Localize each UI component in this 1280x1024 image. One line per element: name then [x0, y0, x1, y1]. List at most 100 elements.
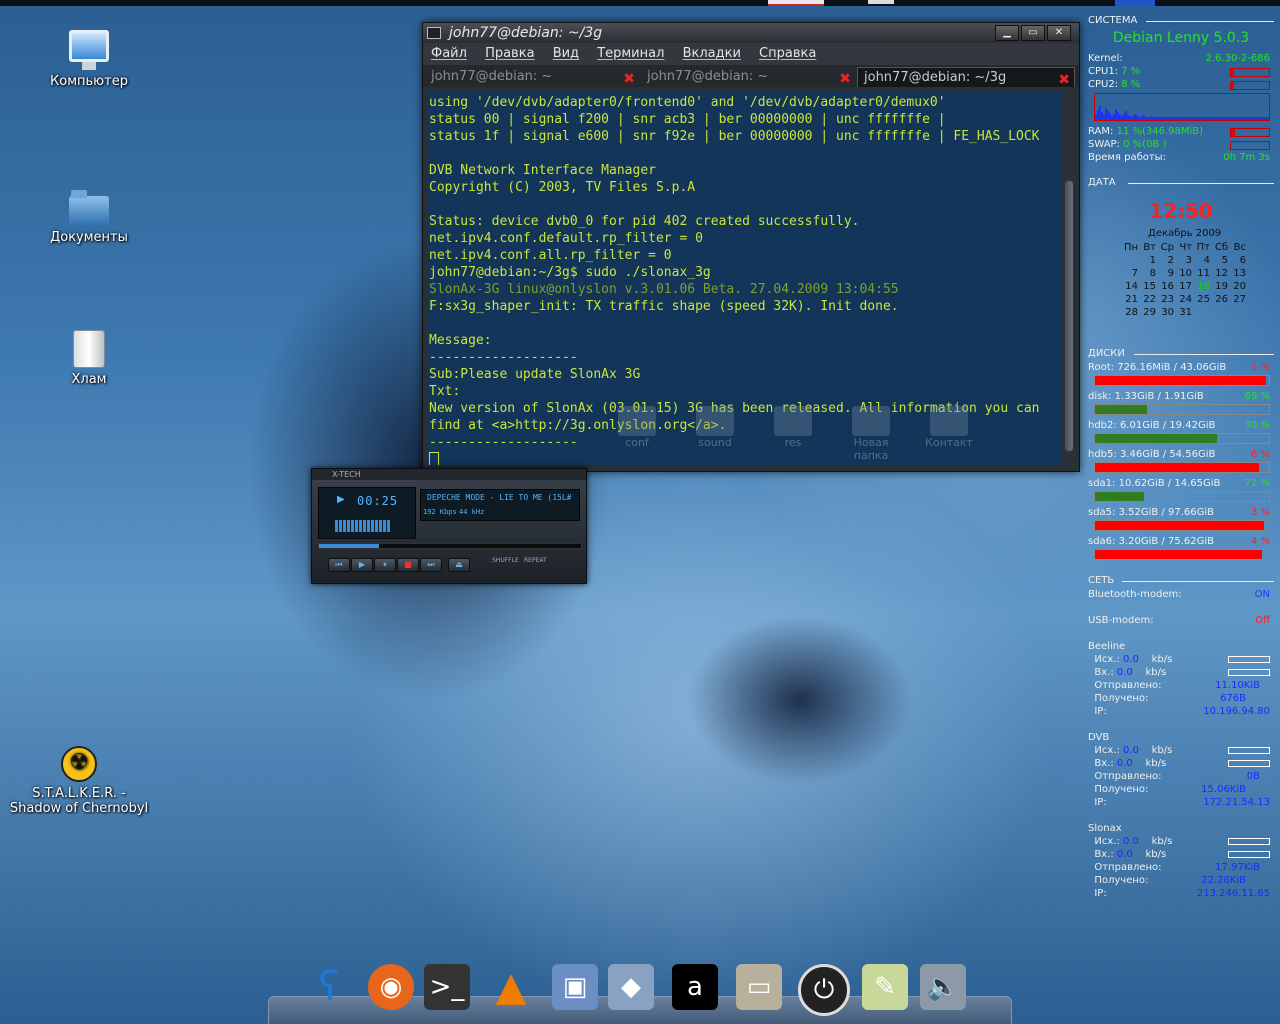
disk-percent: 1 % [1250, 362, 1270, 373]
disks-header: ДИСКИ [1088, 347, 1274, 361]
disk-label: hdb2: 6.01GiB / 19.42GiB [1088, 420, 1216, 431]
terminal-line: net.ipv4.conf.all.rp_filter = 0 [429, 248, 672, 263]
sent-row: Отправлено: 0B [1088, 771, 1260, 782]
calendar-day: 16 [1161, 281, 1174, 292]
disk-bar [1094, 520, 1270, 531]
calendar-day [1210, 306, 1228, 319]
disk-row: sda5: 3.52GiB / 97.66GiB 3 % [1088, 506, 1274, 519]
speaker-icon[interactable]: 🔈 [920, 964, 966, 1010]
power-icon[interactable]: ⏻ [798, 964, 850, 1016]
menu-tabs[interactable]: Вкладки [683, 46, 741, 61]
tab-1[interactable]: john77@debian: ~ ✖ [425, 67, 639, 87]
terminal-line: status 1f | signal e600 | snr f92e | ber… [429, 129, 1040, 144]
terminal-scrollbar[interactable] [1063, 91, 1075, 465]
desktop-icon-trash[interactable]: Хлам [14, 330, 164, 387]
terminal-window[interactable]: john77@debian: ~/3g ▁ ▭ ✕ Файл Правка Ви… [422, 22, 1080, 472]
connection-list: Beeline Исх.: 0.0 kb/s Вх.: 0.0 kb/s Отп… [1088, 640, 1274, 900]
close-tab-icon[interactable]: ✖ [1058, 70, 1070, 90]
panel-applet-icon[interactable] [868, 0, 894, 4]
seek-bar[interactable] [318, 543, 582, 549]
calendar-day: 10 [1179, 268, 1192, 279]
ip-row: IP: 172.21.54.13 [1088, 797, 1270, 808]
samplerate: 44 kHz [459, 508, 485, 516]
firefox-icon[interactable]: ◉ [368, 964, 414, 1010]
kernel-row: Kernel: 2.6.30-2-686 [1088, 53, 1270, 64]
media-player[interactable]: X-TECH ▶ 00:25 DEPECHE MODE - LIE TO ME … [311, 468, 587, 584]
terminal-window-icon[interactable] [427, 27, 441, 39]
scrollbar-thumb[interactable] [1065, 181, 1073, 451]
terminal-line: find at <a>http://3g.onlyslon.org</a>. [429, 418, 727, 433]
amarok-icon[interactable]: a [672, 964, 718, 1010]
calendar-day: 20 [1233, 281, 1246, 292]
download-row: Вх.: 0.0 kb/s [1088, 848, 1274, 861]
play-button[interactable]: ▶ [351, 558, 373, 572]
desktop-icon-documents[interactable]: Документы [14, 190, 164, 245]
desktop-icon-stalker[interactable]: ☢ S.T.A.L.K.E.R. - Shadow of Chernobyl [4, 746, 154, 816]
player-title[interactable]: X-TECH [312, 469, 586, 480]
calendar-day [1228, 306, 1246, 319]
stop-button[interactable]: ■ [397, 558, 419, 572]
desktop-icon-label: Документы [50, 230, 128, 245]
menu-file[interactable]: Файл [431, 46, 467, 61]
pause-button[interactable]: ⏸ [374, 558, 396, 572]
upload-row: Исх.: 0.0 kb/s [1088, 653, 1274, 666]
connection-name: DVB [1088, 732, 1110, 743]
maximize-button[interactable]: ▭ [1021, 25, 1045, 41]
tab-label: john77@debian: ~ [647, 69, 769, 84]
flag-icon[interactable] [768, 0, 824, 6]
song-title: DEPECHE MODE - LIE TO ME (15L# [427, 493, 572, 502]
sent-row: Отправлено: 17.97KiB [1088, 862, 1260, 873]
panel-indicator-icon[interactable] [1115, 0, 1155, 6]
calendar-day: 14 [1125, 281, 1138, 292]
folder-icon[interactable]: ▭ [736, 964, 782, 1010]
menu-view[interactable]: Вид [553, 46, 579, 61]
vlc-icon[interactable]: ▲ [488, 964, 534, 1010]
connection-block: Beeline Исх.: 0.0 kb/s Вх.: 0.0 kb/s Отп… [1088, 640, 1274, 718]
ghost-folder: sound [685, 406, 745, 449]
close-tab-icon[interactable]: ✖ [623, 69, 635, 89]
player-info: DEPECHE MODE - LIE TO ME (15L# 192 Kbps … [420, 489, 580, 521]
connection-name: Beeline [1088, 641, 1126, 652]
close-tab-icon[interactable]: ✖ [839, 69, 851, 89]
network-manager-icon[interactable]: ▣ [552, 964, 598, 1010]
close-button[interactable]: ✕ [1047, 25, 1071, 41]
eject-button[interactable]: ⏏ [448, 558, 470, 572]
window-titlebar[interactable]: john77@debian: ~/3g ▁ ▭ ✕ [423, 23, 1079, 43]
received-row: Получено: 676B [1088, 693, 1246, 704]
tab-3[interactable]: john77@debian: ~/3g ✖ [857, 67, 1075, 90]
terminal-line: Message: [429, 333, 492, 348]
download-row: Вх.: 0.0 kb/s [1088, 666, 1274, 679]
gnome-foot-icon[interactable]: ʕ [306, 964, 352, 1010]
cpu2-bar [1230, 81, 1270, 90]
calendar-day: 18 [1197, 281, 1210, 292]
minimize-button[interactable]: ▁ [995, 25, 1019, 41]
calendar-day: 5 [1221, 255, 1228, 266]
terminal-line: ------------------- [429, 350, 578, 365]
menu-edit[interactable]: Правка [485, 46, 534, 61]
calendar-day: 3 [1185, 255, 1192, 266]
received-row: Получено: 15.06KiB [1088, 784, 1246, 795]
disk-percent: 3 % [1250, 507, 1270, 518]
repeat-button[interactable]: REPEAT [524, 557, 547, 564]
terminal-output[interactable]: conf sound res Новая папка Контакт using… [427, 91, 1061, 465]
ip-row: IP: 10.196.94.80 [1088, 706, 1270, 717]
menu-terminal[interactable]: Терминал [597, 46, 664, 61]
terminal-line: SlonAx-3G linux@onlyslon v.3.01.06 Beta.… [429, 282, 899, 297]
terminal-line: ------------------- [429, 435, 578, 450]
terminal-icon[interactable]: >_ [424, 964, 470, 1010]
next-button[interactable]: ⏭ [420, 558, 442, 572]
tab-2[interactable]: john77@debian: ~ ✖ [641, 67, 855, 87]
previous-button[interactable]: ⏮ [328, 558, 350, 572]
menu-help[interactable]: Справка [759, 46, 816, 61]
calendar-day: 23 [1161, 294, 1174, 305]
pencil-ruler-icon[interactable]: ◆ [608, 964, 654, 1010]
disk-bar [1094, 549, 1270, 560]
network-header: СЕТЬ [1088, 574, 1274, 588]
text-editor-icon[interactable]: ✎ [862, 964, 908, 1010]
desktop-icon-computer[interactable]: Компьютер [14, 30, 164, 89]
disk-label: hdb5: 3.46GiB / 54.56GiB [1088, 449, 1216, 460]
disk-percent: 72 % [1244, 478, 1270, 489]
desktop-icon-label-2: Shadow of Chernobyl [9, 801, 149, 816]
shuffle-button[interactable]: SHUFFLE [492, 557, 519, 564]
download-bar [1228, 669, 1270, 676]
